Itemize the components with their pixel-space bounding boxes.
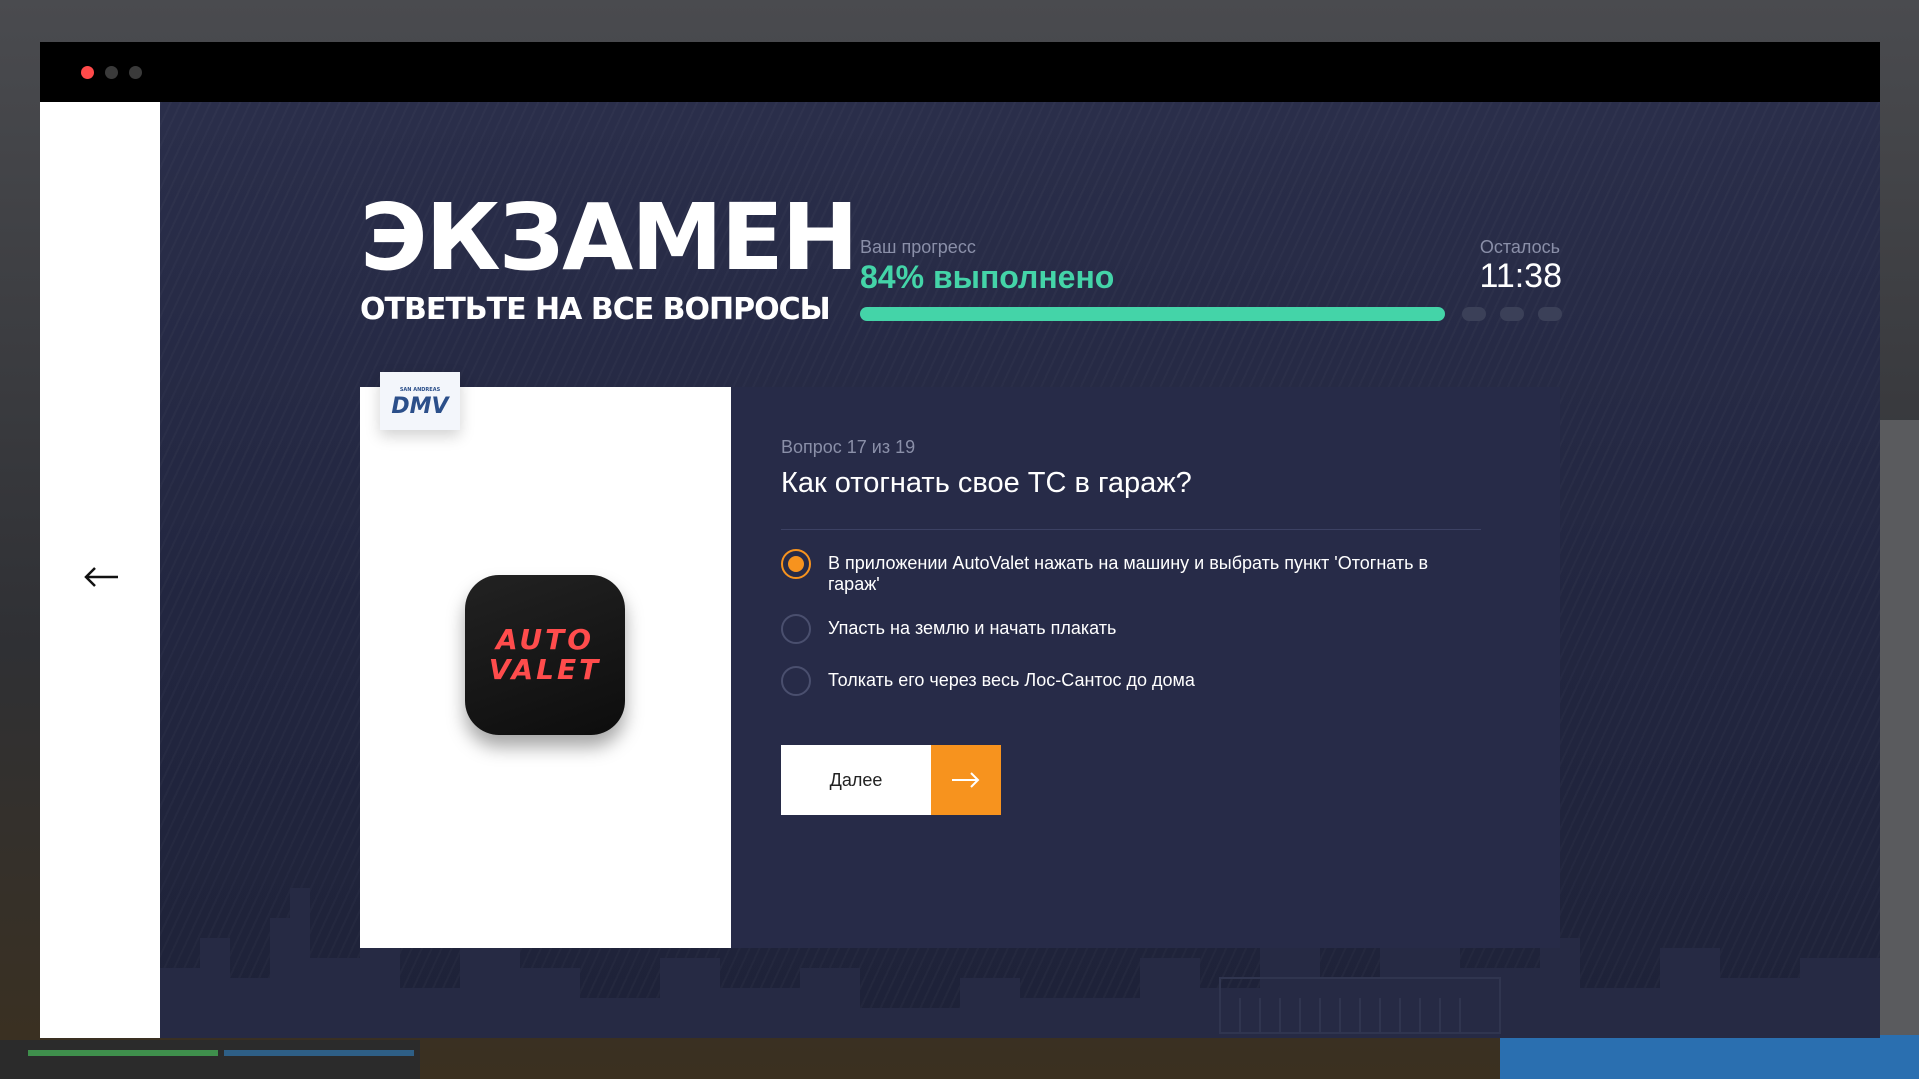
next-button-label: Далее (781, 745, 931, 815)
progress-segment-remaining (1500, 307, 1524, 321)
timer-value: 11:38 (1479, 257, 1562, 295)
exam-content: ЭКЗАМЕН ОТВЕТЬТЕ НА ВСЕ ВОПРОСЫ Ваш прог… (160, 102, 1880, 1038)
hud-health-bar (28, 1050, 218, 1056)
question-image-panel: SAN ANDREAS DMV AUTO VALET (360, 372, 731, 948)
dmv-logo-graphic: SAN ANDREAS DMV (391, 387, 450, 419)
radio-button[interactable] (781, 614, 811, 644)
divider (781, 529, 1481, 530)
app-icon-text: VALET (488, 653, 602, 686)
window-minimize-dot[interactable] (105, 66, 118, 79)
dmv-logo: SAN ANDREAS DMV (380, 372, 460, 430)
svg-text:SAN ANDREAS: SAN ANDREAS (400, 387, 441, 393)
question-counter: Вопрос 17 из 19 (781, 437, 916, 457)
answer-option-3[interactable]: Толкать его через весь Лос-Сантос до дом… (781, 666, 1481, 696)
arrow-right-icon (952, 772, 980, 788)
progress-segment-remaining (1462, 307, 1486, 321)
autovalet-app-icon: AUTO VALET (465, 575, 625, 735)
exam-window: ЭКЗАМЕН ОТВЕТЬТЕ НА ВСЕ ВОПРОСЫ Ваш прог… (40, 42, 1880, 1038)
answer-text: Толкать его через весь Лос-Сантос до дом… (828, 670, 1195, 690)
question-text: Как отогнать свое ТС в гараж? (781, 467, 1192, 499)
hud-armor-bar (224, 1050, 414, 1056)
arrow-left-icon (84, 567, 118, 587)
progress-value: 84% выполнено (860, 259, 1115, 295)
radio-button[interactable] (781, 666, 811, 696)
back-button[interactable] (80, 562, 124, 592)
progress-segment-remaining (1538, 307, 1562, 321)
answer-option-1[interactable]: В приложении AutoValet нажать на машину … (781, 549, 1481, 595)
page-subtitle: ОТВЕТЬТЕ НА ВСЕ ВОПРОСЫ (360, 292, 831, 327)
progress-bar (860, 307, 1562, 321)
sidebar (40, 102, 160, 1038)
page-title: ЭКЗАМЕН (360, 184, 859, 291)
window-titlebar (40, 42, 1880, 102)
progress-label: Ваш прогресс (860, 237, 976, 257)
next-button[interactable]: Далее (781, 745, 1001, 815)
answer-text: В приложении AutoValet нажать на машину … (828, 553, 1429, 594)
next-arrow-button[interactable] (931, 745, 1001, 815)
app-icon-text: AUTO (495, 623, 595, 656)
window-maximize-dot[interactable] (129, 66, 142, 79)
window-close-dot[interactable] (81, 66, 94, 79)
radio-button[interactable] (781, 549, 811, 579)
progress-bar-fill (860, 307, 1445, 321)
svg-text:DMV: DMV (391, 394, 450, 419)
answer-option-2[interactable]: Упасть на землю и начать плакать (781, 614, 1481, 644)
answer-text: Упасть на землю и начать плакать (828, 618, 1117, 638)
game-background-shadow (0, 1040, 420, 1079)
game-background-floor (1500, 1035, 1919, 1079)
timer-label: Осталось (1479, 237, 1560, 257)
question-panel: Вопрос 17 из 19 Как отогнать свое ТС в г… (731, 387, 1560, 948)
